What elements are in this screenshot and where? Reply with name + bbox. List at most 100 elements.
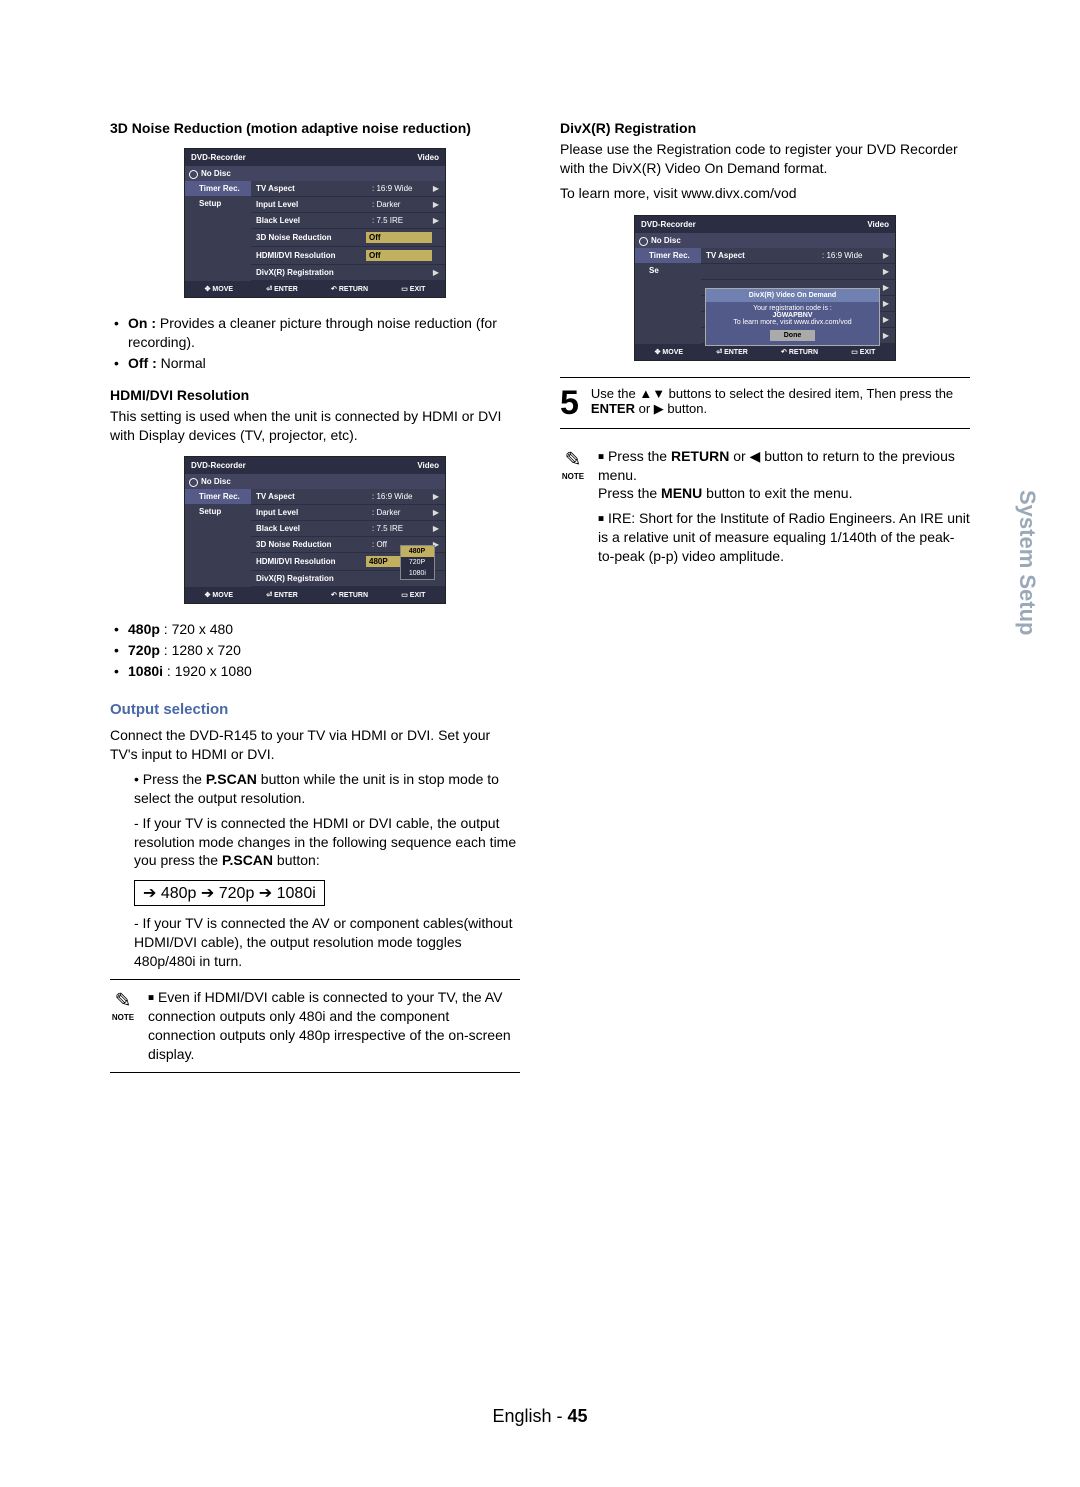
dialog-done-button: Done <box>770 330 816 341</box>
arrow-icon: ▶ <box>432 184 440 193</box>
osd-title: DVD-Recorder <box>641 220 696 229</box>
osd-dropdown: 480P 720P 1080i <box>400 545 435 580</box>
desc-divx-2: To learn more, visit www.divx.com/vod <box>560 184 970 203</box>
osd-row-label: TV Aspect <box>706 251 822 260</box>
osd-row-label: Input Level <box>256 200 372 209</box>
osd-hint-return: ↶ RETURN <box>331 285 368 293</box>
osd-nav-setup: Se <box>635 263 701 278</box>
osd-row-label: TV Aspect <box>256 492 372 501</box>
arrow-icon: ▶ <box>882 251 890 260</box>
osd-status: No Disc <box>635 233 895 248</box>
desc-hdmi: This setting is used when the unit is co… <box>110 407 520 445</box>
osd-row-label: DivX(R) Registration <box>256 574 372 583</box>
osd-nav-setup: Setup <box>185 504 251 519</box>
osd-hint-enter: ⏎ ENTER <box>266 285 298 293</box>
osd-title: DVD-Recorder <box>191 461 246 470</box>
osd-row-value: : 16:9 Wide <box>372 492 432 501</box>
note-ire: ■ IRE: Short for the Institute of Radio … <box>598 509 970 566</box>
osd-dialog-divx: DivX(R) Video On Demand Your registratio… <box>705 288 880 346</box>
resolution-sequence: ➔ 480p ➔ 720p ➔ 1080i <box>134 880 325 906</box>
osd-status: No Disc <box>185 474 445 489</box>
osd-hint-exit: ▭ EXIT <box>401 285 425 293</box>
osd-hint-return: ↶ RETURN <box>331 591 368 599</box>
osd-row-value: : 7.5 IRE <box>372 524 432 533</box>
osd-row-value: : 16:9 Wide <box>822 251 882 260</box>
arrow-icon: ▶ <box>882 283 890 292</box>
osd-hint-move: ✥ MOVE <box>205 285 233 293</box>
osd-option: 480P <box>401 546 434 557</box>
osd-row-value: Off <box>366 232 432 243</box>
output-step-av: - If your TV is connected the AV or comp… <box>134 914 520 971</box>
osd-nav-setup: Setup <box>185 196 251 211</box>
res-720p: 720p : 1280 x 720 <box>128 641 520 660</box>
osd-nav-timer: Timer Rec. <box>185 489 251 504</box>
osd-divx: DVD-Recorder Video No Disc Timer Rec. Se… <box>634 215 896 361</box>
dialog-line: To learn more, visit www.divx.com/vod <box>710 319 875 326</box>
arrow-icon: ▶ <box>882 331 890 340</box>
arrow-icon: ▶ <box>432 492 440 501</box>
osd-title: DVD-Recorder <box>191 153 246 162</box>
osd-nav-timer: Timer Rec. <box>635 248 701 263</box>
res-1080i: 1080i : 1920 x 1080 <box>128 662 520 681</box>
output-step-pscan: • Press the P.SCAN button while the unit… <box>134 770 520 808</box>
osd-mode: Video <box>417 153 439 162</box>
osd-hint-exit: ▭ EXIT <box>851 348 875 356</box>
arrow-icon: ▶ <box>882 299 890 308</box>
divider <box>560 428 970 429</box>
osd-row-value: : Darker <box>372 508 432 517</box>
heading-hdmi: HDMI/DVI Resolution <box>110 387 520 403</box>
osd-hint-enter: ⏎ ENTER <box>716 348 748 356</box>
step-text-5: Use the ▲▼ buttons to select the desired… <box>591 386 970 417</box>
osd-row-value: : Darker <box>372 200 432 209</box>
desc-output: Connect the DVD-R145 to your TV via HDMI… <box>110 726 520 764</box>
page-footer: English - 45 <box>0 1406 1080 1427</box>
res-480p: 480p : 720 x 480 <box>128 620 520 639</box>
osd-3d-noise: DVD-Recorder Video No Disc Timer Rec. Se… <box>184 148 446 298</box>
arrow-icon: ▶ <box>882 315 890 324</box>
osd-row-label: HDMI/DVI Resolution <box>256 251 366 260</box>
osd-option: 1080i <box>401 568 434 579</box>
sidebar-section-label: System Setup <box>1014 490 1040 636</box>
note-icon: ✎NOTE <box>110 988 136 1022</box>
osd-status: No Disc <box>185 166 445 181</box>
note-output: ■ Even if HDMI/DVI cable is connected to… <box>148 988 520 1064</box>
output-step-hdmi-seq: - If your TV is connected the HDMI or DV… <box>134 814 520 871</box>
osd-hint-return: ↶ RETURN <box>781 348 818 356</box>
osd-row-label: HDMI/DVI Resolution <box>256 557 366 566</box>
osd-row-value: Off <box>366 250 432 261</box>
osd-option: 720P <box>401 557 434 568</box>
bullet-off: Off : Normal <box>128 354 520 373</box>
osd-hdmi: DVD-Recorder Video No Disc Timer Rec. Se… <box>184 456 446 604</box>
osd-hint-exit: ▭ EXIT <box>401 591 425 599</box>
dialog-line: Your registration code is : <box>710 305 875 312</box>
osd-row-value: : 16:9 Wide <box>372 184 432 193</box>
osd-row-value: : 7.5 IRE <box>372 216 432 225</box>
arrow-icon: ▶ <box>432 268 440 277</box>
osd-nav-timer: Timer Rec. <box>185 181 251 196</box>
osd-row-label: Black Level <box>256 524 372 533</box>
note-icon: ✎NOTE <box>560 447 586 481</box>
osd-mode: Video <box>867 220 889 229</box>
osd-row-label: 3D Noise Reduction <box>256 540 372 549</box>
dialog-title: DivX(R) Video On Demand <box>706 289 879 302</box>
osd-hint-move: ✥ MOVE <box>655 348 683 356</box>
note-return: ■ Press the RETURN or ◀ button to return… <box>598 447 970 504</box>
arrow-icon: ▶ <box>432 508 440 517</box>
arrow-icon: ▶ <box>432 200 440 209</box>
osd-hint-enter: ⏎ ENTER <box>266 591 298 599</box>
heading-output: Output selection <box>110 701 520 718</box>
heading-divx: DivX(R) Registration <box>560 120 970 136</box>
divider <box>110 979 520 980</box>
desc-divx-1: Please use the Registration code to regi… <box>560 140 970 178</box>
osd-row-label: Input Level <box>256 508 372 517</box>
bullet-on: On : Provides a cleaner picture through … <box>128 314 520 352</box>
divider <box>560 377 970 378</box>
dialog-code: JGWAPBNV <box>710 312 875 319</box>
arrow-icon: ▶ <box>432 216 440 225</box>
osd-row-label: Black Level <box>256 216 372 225</box>
osd-row-label: DivX(R) Registration <box>256 268 372 277</box>
osd-row-label: 3D Noise Reduction <box>256 233 366 242</box>
osd-row-label: TV Aspect <box>256 184 372 193</box>
osd-mode: Video <box>417 461 439 470</box>
arrow-icon: ▶ <box>882 267 890 276</box>
